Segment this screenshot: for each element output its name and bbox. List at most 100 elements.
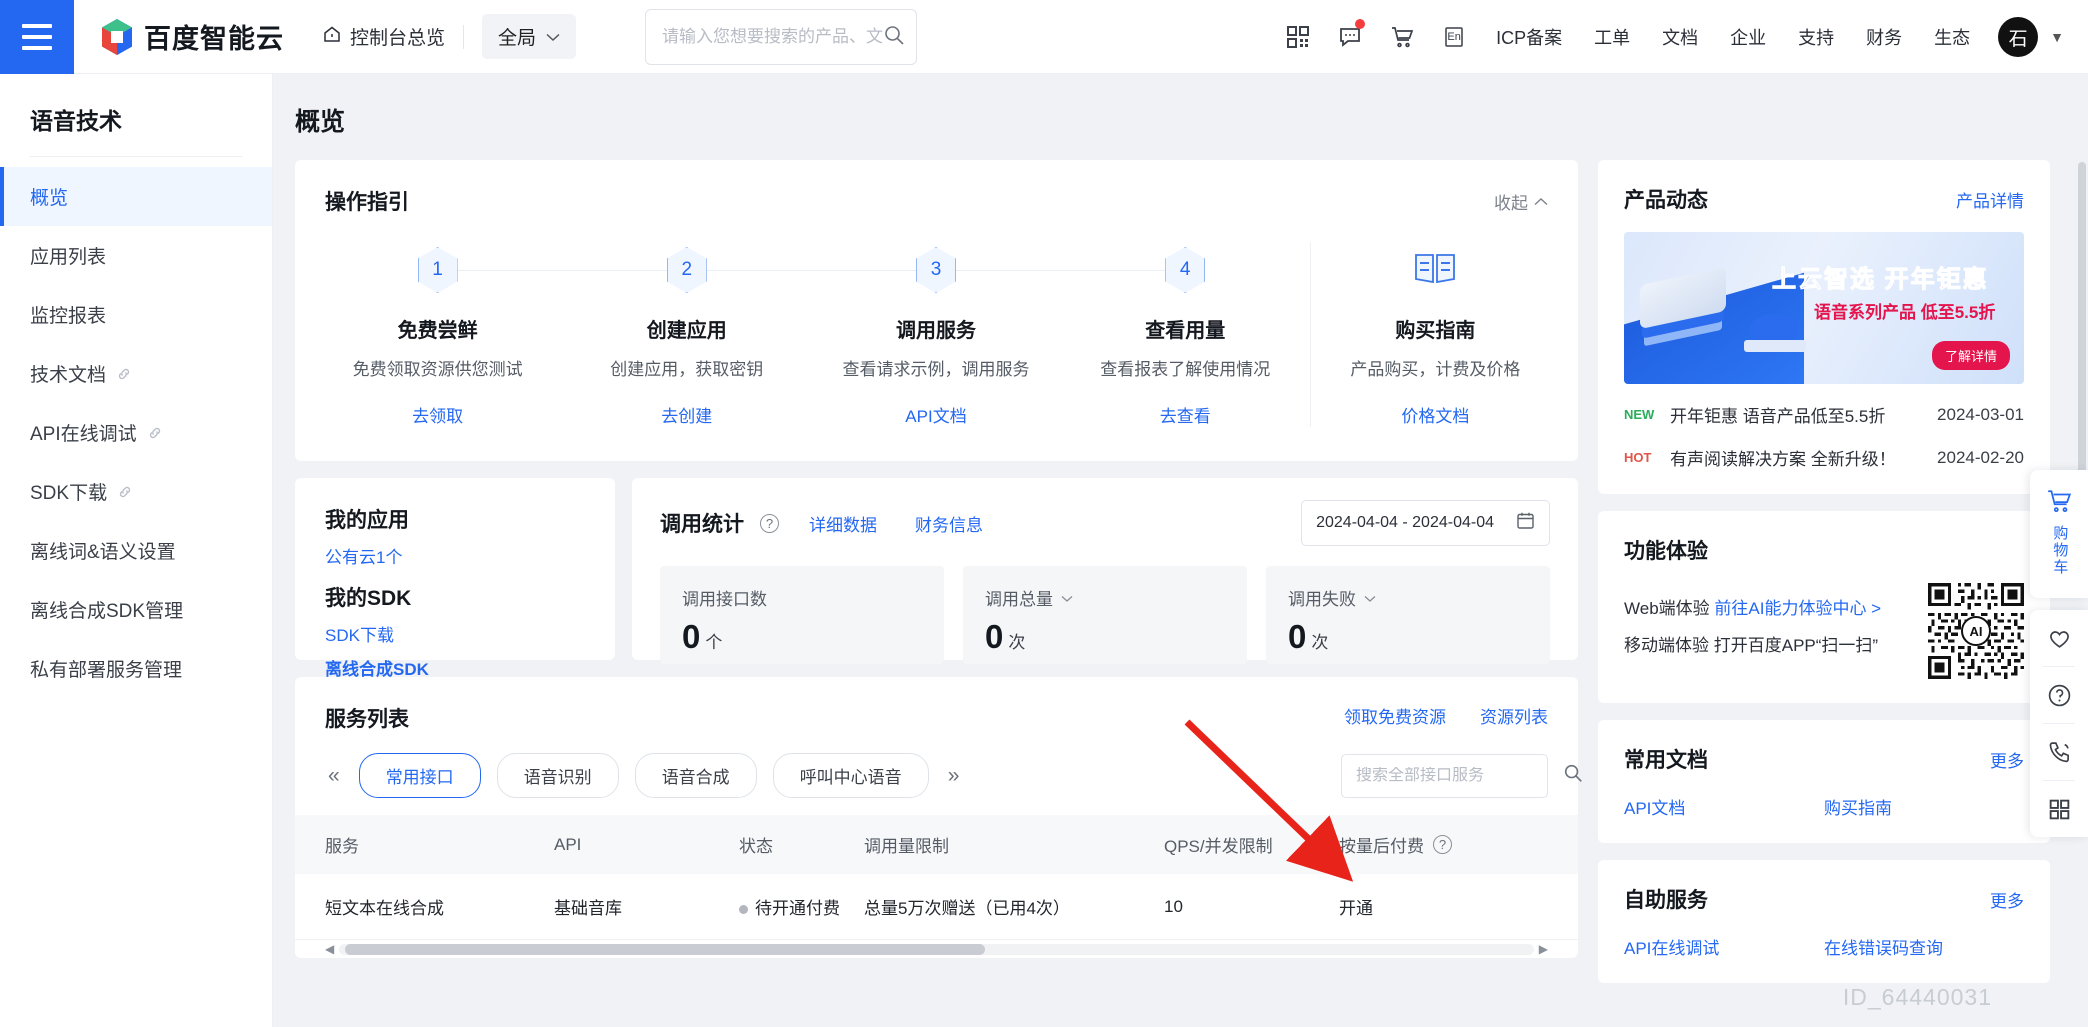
brand-logo[interactable]: 百度智能云	[100, 17, 284, 56]
search-icon[interactable]	[883, 24, 905, 51]
sidebar-item-offline-words[interactable]: 离线词&语义设置	[0, 521, 272, 580]
step-name: 查看用量	[1145, 320, 1226, 342]
feature-trial-body: Web端体验 前往AI能力体验中心 > 移动端体验 打开百度APP“扫一扫” A…	[1624, 583, 2024, 679]
nav-enterprise[interactable]: 企业	[1714, 0, 1782, 74]
step-link[interactable]: 价格文档	[1311, 402, 1560, 427]
sidebar-item-offline-tts-sdk[interactable]: 离线合成SDK管理	[0, 580, 272, 639]
tab-speech-synthesis[interactable]: 语音合成	[634, 753, 757, 798]
tab-speech-recognition[interactable]: 语音识别	[496, 753, 619, 798]
question-icon[interactable]: ?	[1433, 835, 1452, 854]
chevron-down-icon[interactable]	[1061, 588, 1073, 608]
chevron-down-icon[interactable]	[1364, 588, 1376, 608]
sidebar-item-private-deploy[interactable]: 私有部署服务管理	[0, 639, 272, 698]
cell-postpaid-activate-link[interactable]: 开通	[1315, 874, 1578, 940]
global-search[interactable]	[645, 9, 917, 65]
guide-step-1[interactable]: 1 免费尝鲜 免费领取资源供您测试 去领取	[313, 242, 563, 427]
guide-step-3[interactable]: 3 调用服务 查看请求示例，调用服务 API文档	[811, 242, 1061, 427]
sidebar-item-label: 概览	[30, 188, 69, 209]
scroll-thumb[interactable]	[345, 943, 985, 955]
list-item: NEW 开年钜惠 语音产品低至5.5折 2024-03-01	[1624, 402, 2024, 427]
self-service-title: 自助服务	[1624, 889, 1708, 912]
table-row[interactable]: 短文本在线合成 基础音库 待开通付费 总量5万次赠送（已用4次） 10 开通	[295, 874, 1578, 940]
scroll-right-icon[interactable]: ▶	[1539, 942, 1548, 956]
ai-center-link[interactable]: 前往AI能力体验中心 >	[1714, 599, 1881, 618]
step-link[interactable]: 去查看	[1061, 402, 1310, 427]
guide-step-4[interactable]: 4 查看用量 查看报表了解使用情况 去查看	[1060, 242, 1310, 427]
heart-icon[interactable]	[2030, 610, 2088, 666]
public-cloud-apps-link[interactable]: 公有云1个	[325, 543, 585, 568]
api-doc-link[interactable]: API文档	[1624, 794, 1824, 819]
sidebar-item-sdk-download[interactable]: SDK下载	[0, 462, 272, 521]
product-detail-link[interactable]: 产品详情	[1956, 187, 2024, 212]
message-icon[interactable]	[1324, 0, 1376, 74]
step-name: 购买指南	[1395, 320, 1476, 342]
search-icon[interactable]	[1563, 763, 1583, 788]
region-selector[interactable]: 全局	[482, 14, 577, 59]
grid-apps-icon[interactable]	[2030, 781, 2088, 837]
my-apps-title: 我的应用	[325, 509, 409, 532]
account-menu-caret-icon[interactable]: ▼	[2050, 29, 2064, 45]
news-title[interactable]: 开年钜惠 语音产品低至5.5折	[1670, 402, 1925, 427]
double-chevron-left-icon[interactable]: «	[325, 764, 343, 788]
finance-info-link[interactable]: 财务信息	[915, 511, 983, 536]
claim-free-resource-link[interactable]: 领取免费资源	[1344, 703, 1446, 728]
scroll-left-icon[interactable]: ◀	[325, 942, 334, 956]
purchase-guide-link[interactable]: 购买指南	[1824, 794, 2024, 819]
qrcode-icon[interactable]	[1272, 0, 1324, 74]
search-input[interactable]	[662, 27, 883, 47]
common-docs-more-link[interactable]: 更多	[1990, 747, 2024, 772]
phone-support-icon[interactable]	[2030, 724, 2088, 780]
step-link[interactable]: 去领取	[313, 402, 562, 427]
sidebar-item-api-debug[interactable]: API在线调试	[0, 403, 272, 462]
avatar[interactable]: 石	[1998, 17, 2039, 57]
guide-step-2[interactable]: 2 创建应用 创建应用，获取密钥 去创建	[562, 242, 812, 427]
cart-icon[interactable]	[1376, 0, 1428, 74]
product-news-card: 产品动态 产品详情 上云智选 开年钜惠 语音系列产品 低至5.5折 了解详情 N…	[1598, 160, 2050, 494]
api-online-debug-link[interactable]: API在线调试	[1624, 934, 1824, 959]
sidebar-item-monitoring-report[interactable]: 监控报表	[0, 285, 272, 344]
sidebar-item-app-list[interactable]: 应用列表	[0, 226, 272, 285]
news-title[interactable]: 有声阅读解决方案 全新升级！	[1670, 445, 1925, 470]
tile-label: 调用总量	[985, 590, 1053, 609]
tile-label-wrap[interactable]: 调用总量	[985, 585, 1225, 610]
apps-stats-row: 我的应用 公有云1个 我的SDK SDK下载 离线合成SDK 调用统计 ? 详细…	[295, 478, 1578, 679]
table-horizontal-scrollbar[interactable]: ◀ ▶	[325, 940, 1548, 958]
question-icon[interactable]: ?	[760, 513, 779, 533]
tab-call-center-voice[interactable]: 呼叫中心语音	[772, 753, 929, 798]
nav-support[interactable]: 支持	[1782, 0, 1850, 74]
guide-step-purchase[interactable]: 购买指南 产品购买，计费及价格 价格文档	[1309, 242, 1560, 427]
cart-shortcut[interactable]: 购物车	[2030, 478, 2088, 590]
step-link[interactable]: 去创建	[562, 402, 811, 427]
tile-label-wrap[interactable]: 调用失败	[1288, 585, 1528, 610]
nav-ticket[interactable]: 工单	[1578, 0, 1646, 74]
detail-data-link[interactable]: 详细数据	[809, 511, 877, 536]
sidebar-item-tech-docs[interactable]: 技术文档	[0, 344, 272, 403]
tab-common-interfaces[interactable]: 常用接口	[358, 753, 481, 798]
collapse-guide-button[interactable]: 收起	[1494, 189, 1548, 214]
offline-tts-sdk-link[interactable]: 离线合成SDK	[325, 655, 585, 680]
service-search-input[interactable]	[1356, 766, 1563, 785]
console-overview-link[interactable]: 控制台总览	[322, 23, 445, 50]
floating-cart-panel[interactable]: 购物车	[2030, 470, 2088, 598]
date-range-picker[interactable]: 2024-04-04 - 2024-04-04	[1301, 500, 1550, 546]
resource-list-link[interactable]: 资源列表	[1480, 703, 1548, 728]
double-chevron-right-icon[interactable]: »	[945, 764, 963, 788]
nav-icp[interactable]: ICP备案	[1480, 0, 1578, 74]
service-search[interactable]	[1341, 753, 1582, 798]
question-circle-icon[interactable]	[2030, 667, 2088, 723]
nav-ecosystem[interactable]: 生态	[1918, 0, 1986, 74]
error-code-query-link[interactable]: 在线错误码查询	[1824, 934, 2024, 959]
sidebar-item-overview[interactable]: 概览	[0, 167, 272, 226]
col-postpaid: 按量后付费 ?	[1315, 815, 1578, 874]
promo-banner[interactable]: 上云智选 开年钜惠 语音系列产品 低至5.5折 了解详情	[1624, 232, 2024, 384]
step-link[interactable]: API文档	[811, 402, 1060, 427]
nav-finance[interactable]: 财务	[1850, 0, 1918, 74]
banner-cta-button[interactable]: 了解详情	[1931, 341, 2010, 370]
sdk-download-link[interactable]: SDK下载	[325, 621, 585, 646]
nav-docs[interactable]: 文档	[1646, 0, 1714, 74]
step-number: 1	[417, 247, 458, 293]
collapse-label: 收起	[1494, 193, 1528, 213]
self-service-more-link[interactable]: 更多	[1990, 887, 2024, 912]
hamburger-icon[interactable]	[0, 0, 74, 74]
language-en-icon[interactable]: En	[1428, 0, 1480, 74]
